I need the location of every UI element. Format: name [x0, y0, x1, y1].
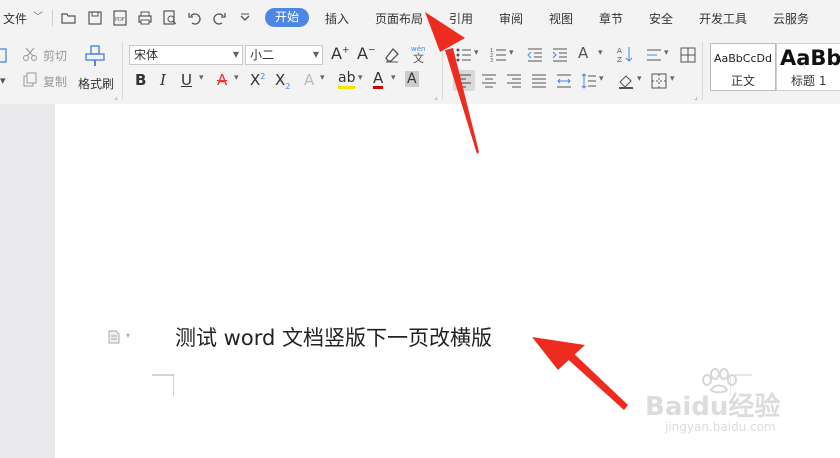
annotation-arrows [425, 12, 628, 410]
annotation-arrow-to-document-text [532, 337, 628, 410]
annotation-arrow-to-page-layout [425, 12, 479, 154]
